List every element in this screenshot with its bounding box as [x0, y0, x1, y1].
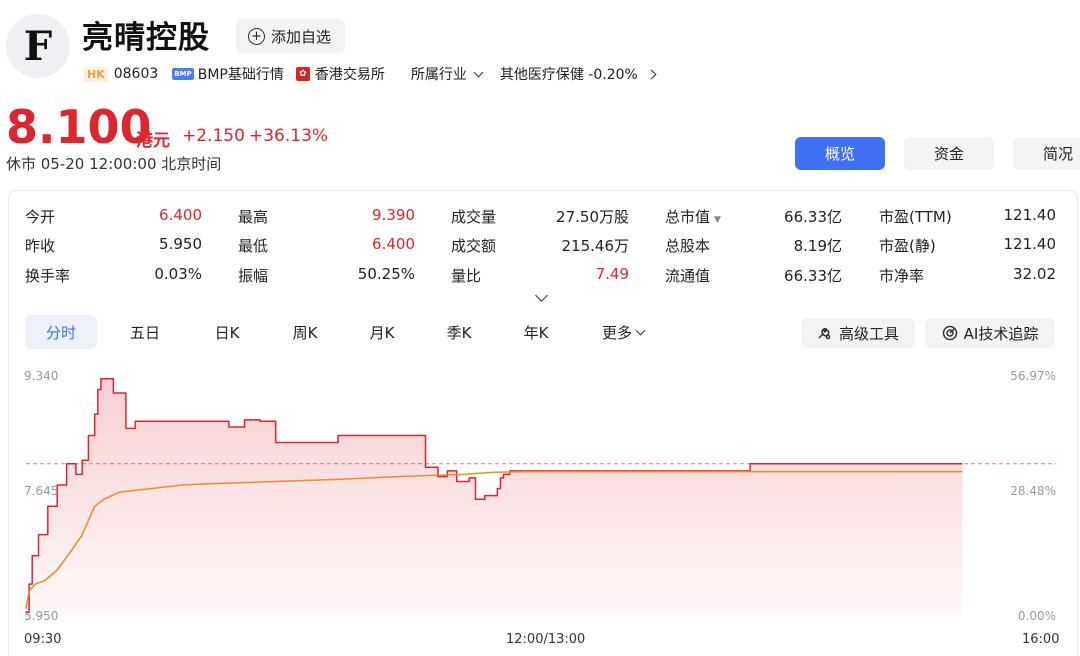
x-tick-close: 16:00 — [1022, 632, 1060, 647]
price-area — [26, 378, 963, 616]
y-tick-left: 5.950 — [24, 609, 59, 623]
y-tick-right: 28.48% — [1010, 484, 1056, 498]
x-tick-open: 09:30 — [24, 632, 62, 647]
y-tick-left: 9.340 — [24, 369, 59, 383]
x-tick-midday: 12:00/13:00 — [506, 632, 586, 647]
intraday-chart[interactable] — [0, 0, 1080, 656]
y-tick-right: 0.00% — [1017, 609, 1056, 623]
y-tick-left: 7.645 — [24, 484, 59, 498]
y-tick-right: 56.97% — [1010, 369, 1056, 383]
